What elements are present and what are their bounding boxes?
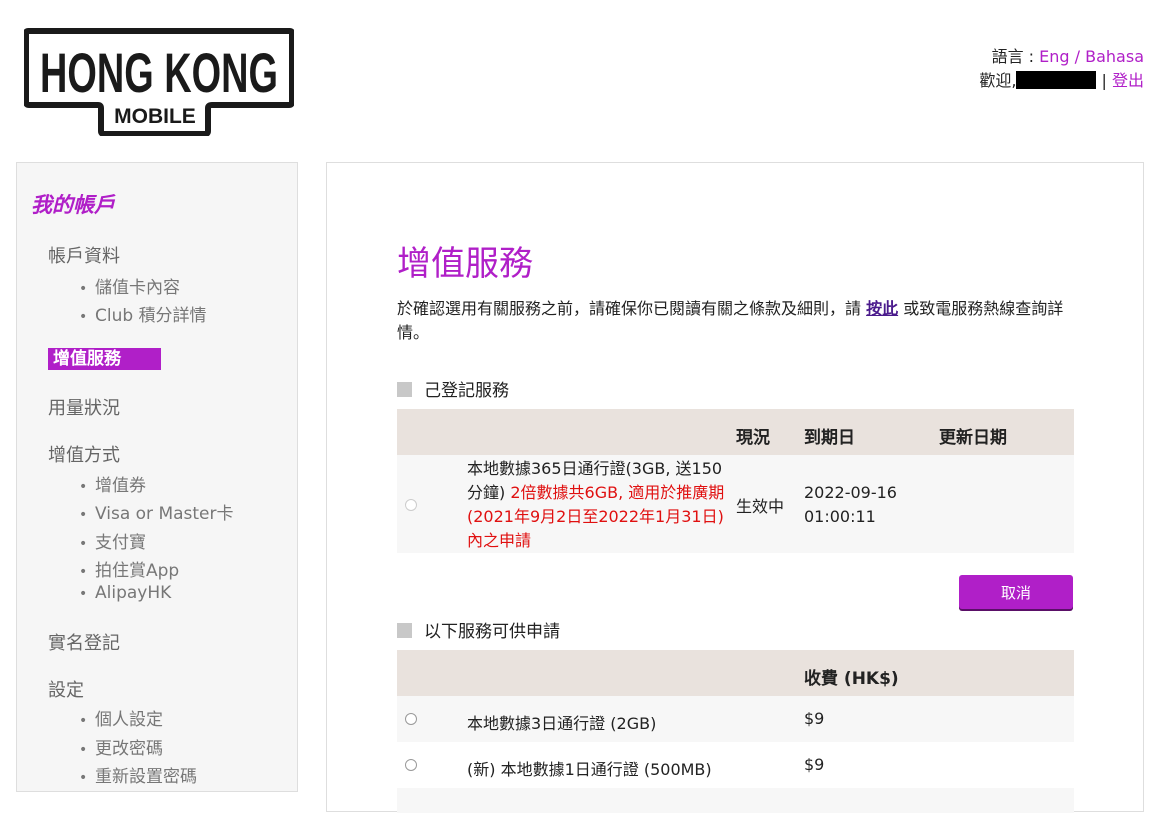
sidebar-title: 我的帳戶 <box>31 193 115 217</box>
service-radio[interactable] <box>405 713 417 725</box>
service-name: (新) 本地數據1日通行證 (500MB) <box>467 760 712 779</box>
lang-bahasa-link[interactable]: Bahasa <box>1085 47 1144 66</box>
sidebar-item-topup-methods[interactable]: 增值方式 <box>48 441 120 467</box>
sidebar-item-personal-settings[interactable]: 個人設定 <box>79 705 163 730</box>
lang-eng-link[interactable]: Eng <box>1039 47 1069 66</box>
registered-services-heading: 己登記服務 <box>397 376 509 401</box>
welcome-line: 歡迎, | 登出 <box>979 69 1144 93</box>
section-square-icon <box>397 382 412 397</box>
language-label: 語言 : <box>991 47 1040 66</box>
sidebar-item-change-password[interactable]: 更改密碼 <box>79 734 163 759</box>
service-radio[interactable] <box>405 759 417 771</box>
header-fee: 收費 (HK$) <box>804 669 899 689</box>
sidebar-item-realname-registration[interactable]: 實名登記 <box>48 629 120 655</box>
sidebar-item-usage[interactable]: 用量狀況 <box>48 394 120 420</box>
hong-kong-mobile-logo: HONG KONG MOBILE <box>24 28 294 136</box>
intro-text: 於確認選用有關服務之前，請確保你已閱讀有關之條款及細則，請 按此 或致電服務熱線… <box>397 297 1077 345</box>
sidebar-item-voucher[interactable]: 增值券 <box>79 471 146 496</box>
sidebar-item-settings[interactable]: 設定 <box>48 676 84 702</box>
sidebar: 我的帳戶 帳戶資料 儲值卡內容 Club 積分詳情 增值服務 用量狀況 增值方式… <box>16 162 298 792</box>
sidebar-item-club-points[interactable]: Club 積分詳情 <box>79 301 207 326</box>
lang-separator: / <box>1069 47 1086 66</box>
header-renewal: 更新日期 <box>939 428 1007 448</box>
sidebar-item-tap-and-go[interactable]: 拍住賞App <box>79 556 179 581</box>
table-row <box>397 788 1074 813</box>
intro-text-before: 於確認選用有關服務之前，請確保你已閱讀有關之條款及細則，請 <box>397 299 867 318</box>
sidebar-item-account-info[interactable]: 帳戶資料 <box>48 242 120 268</box>
main-panel: 增值服務 於確認選用有關服務之前，請確保你已閱讀有關之條款及細則，請 按此 或致… <box>326 162 1144 813</box>
logo-line2: MOBILE <box>114 105 196 128</box>
expiry-time: 01:00:11 <box>804 507 876 526</box>
page-title: 增值服務 <box>397 244 533 284</box>
language-switcher: 語言 : Eng / Bahasa <box>979 45 1144 69</box>
service-fee: $9 <box>804 755 825 774</box>
sidebar-item-alipay[interactable]: 支付寶 <box>79 528 146 553</box>
sidebar-item-alipayhk[interactable]: AlipayHK <box>79 583 171 603</box>
expiry-date: 2022-09-16 <box>804 483 897 502</box>
terms-link[interactable]: 按此 <box>866 299 898 318</box>
sidebar-item-card-content[interactable]: 儲值卡內容 <box>79 273 180 298</box>
header-user-area: 語言 : Eng / Bahasa 歡迎, | 登出 <box>979 45 1144 93</box>
welcome-separator: | <box>1096 71 1112 90</box>
available-services-heading: 以下服務可供申請 <box>397 617 560 642</box>
header-status: 現況 <box>736 428 770 448</box>
sidebar-item-reset-password[interactable]: 重新設置密碼 <box>79 762 197 787</box>
registered-service-name: 本地數據365日通行證(3GB, 送150分鐘) 2倍數據共6GB, 適用於推廣… <box>467 457 735 553</box>
table-row: (新) 本地數據1日通行證 (500MB) $9 <box>397 742 1074 788</box>
available-services-label: 以下服務可供申請 <box>424 622 560 642</box>
sidebar-item-visa-master[interactable]: Visa or Master卡 <box>79 499 234 524</box>
registered-service-radio[interactable] <box>405 499 417 511</box>
available-table-header: 收費 (HK$) <box>397 650 1074 696</box>
cancel-button[interactable]: 取消 <box>959 575 1073 609</box>
section-square-icon <box>397 623 412 638</box>
header-expiry: 到期日 <box>804 428 855 448</box>
service-status: 生效中 <box>736 497 785 516</box>
welcome-label: 歡迎, <box>979 71 1017 90</box>
logo-line1: HONG KONG <box>40 41 278 104</box>
logout-link[interactable]: 登出 <box>1112 71 1144 90</box>
registered-table-header: 現況 到期日 更新日期 <box>397 409 1074 455</box>
service-fee: $9 <box>804 709 825 728</box>
redacted-username <box>1016 71 1097 89</box>
sidebar-item-value-added-services[interactable]: 增值服務 <box>48 348 161 370</box>
service-name: 本地數據3日通行證 (2GB) <box>467 714 657 733</box>
registered-services-label: 己登記服務 <box>424 381 509 401</box>
registered-service-row: 本地數據365日通行證(3GB, 送150分鐘) 2倍數據共6GB, 適用於推廣… <box>397 455 1074 553</box>
table-row: 本地數據3日通行證 (2GB) $9 <box>397 696 1074 742</box>
